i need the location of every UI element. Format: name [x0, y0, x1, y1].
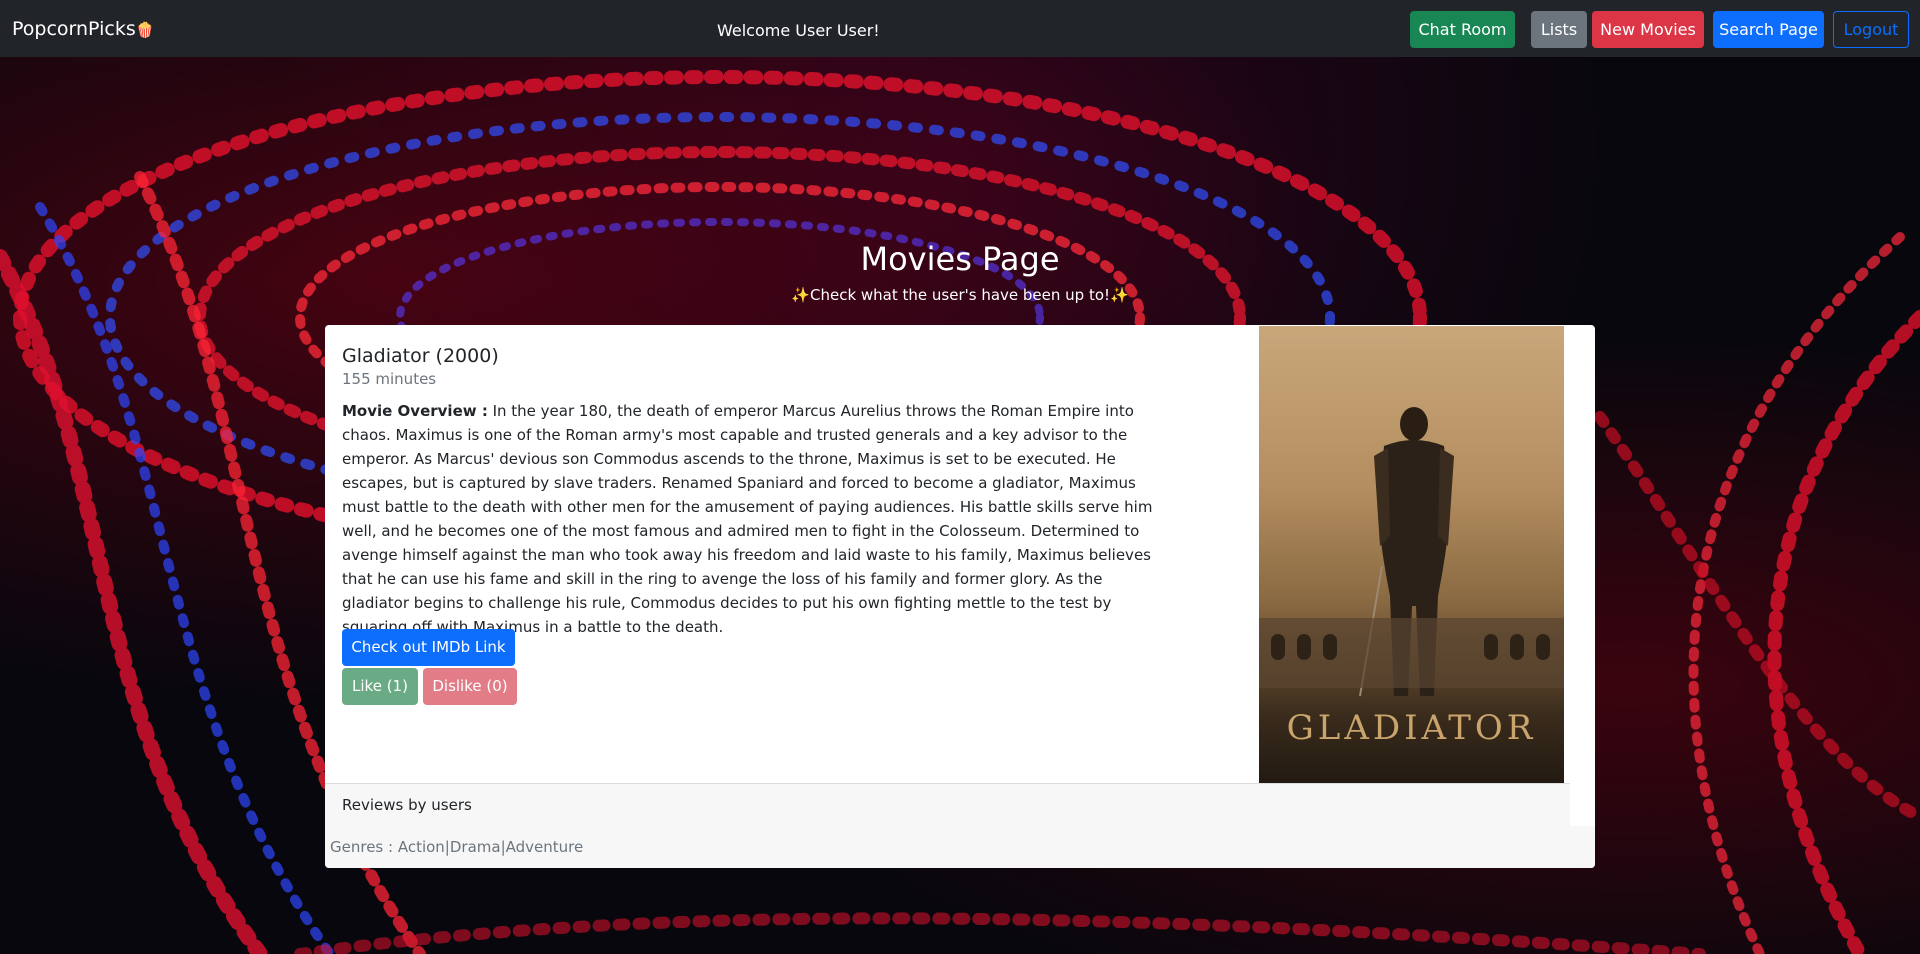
- overview-text: In the year 180, the death of emperor Ma…: [342, 402, 1153, 636]
- reviews-header: Reviews by users: [342, 796, 472, 814]
- reviews-section: Reviews by users: [325, 783, 1570, 827]
- movie-overview: Movie Overview : In the year 180, the de…: [342, 399, 1157, 639]
- lists-button[interactable]: Lists: [1531, 11, 1587, 48]
- welcome-message: Welcome User User!: [717, 21, 880, 40]
- like-button[interactable]: Like (1): [342, 668, 418, 705]
- sparkles-icon: ✨: [1110, 286, 1129, 304]
- page-title: Movies Page: [860, 240, 1060, 278]
- overview-label: Movie Overview :: [342, 402, 488, 420]
- poster-title: GLADIATOR: [1286, 708, 1537, 748]
- movie-runtime: 155 minutes: [342, 370, 437, 388]
- colosseum-arches-image: [1259, 618, 1564, 688]
- genres-text: Genres : Action|Drama|Adventure: [330, 838, 584, 856]
- page-subtitle-text: Check what the user's have been up to!: [809, 286, 1111, 304]
- new-movies-button[interactable]: New Movies: [1592, 11, 1704, 48]
- brand-name: PopcornPicks: [12, 18, 136, 40]
- chat-room-button[interactable]: Chat Room: [1410, 11, 1515, 48]
- genres-footer: Genres : Action|Drama|Adventure: [325, 826, 1595, 868]
- popcorn-icon: 🍿: [135, 21, 155, 39]
- logout-button[interactable]: Logout: [1833, 11, 1909, 48]
- sparkles-icon: ✨: [791, 286, 810, 304]
- movie-poster: GLADIATOR: [1259, 326, 1564, 783]
- movie-title: Gladiator (2000): [342, 345, 499, 367]
- search-page-button[interactable]: Search Page: [1713, 11, 1824, 48]
- page-subtitle: ✨Check what the user's have been up to!✨: [0, 286, 1920, 304]
- movie-card: Gladiator (2000) 155 minutes Movie Overv…: [325, 325, 1595, 868]
- navbar: PopcornPicks🍿 Welcome User User! Chat Ro…: [0, 0, 1920, 57]
- dislike-button[interactable]: Dislike (0): [423, 668, 517, 705]
- imdb-link-button[interactable]: Check out IMDb Link: [342, 629, 515, 666]
- brand-logo[interactable]: PopcornPicks🍿: [12, 18, 154, 40]
